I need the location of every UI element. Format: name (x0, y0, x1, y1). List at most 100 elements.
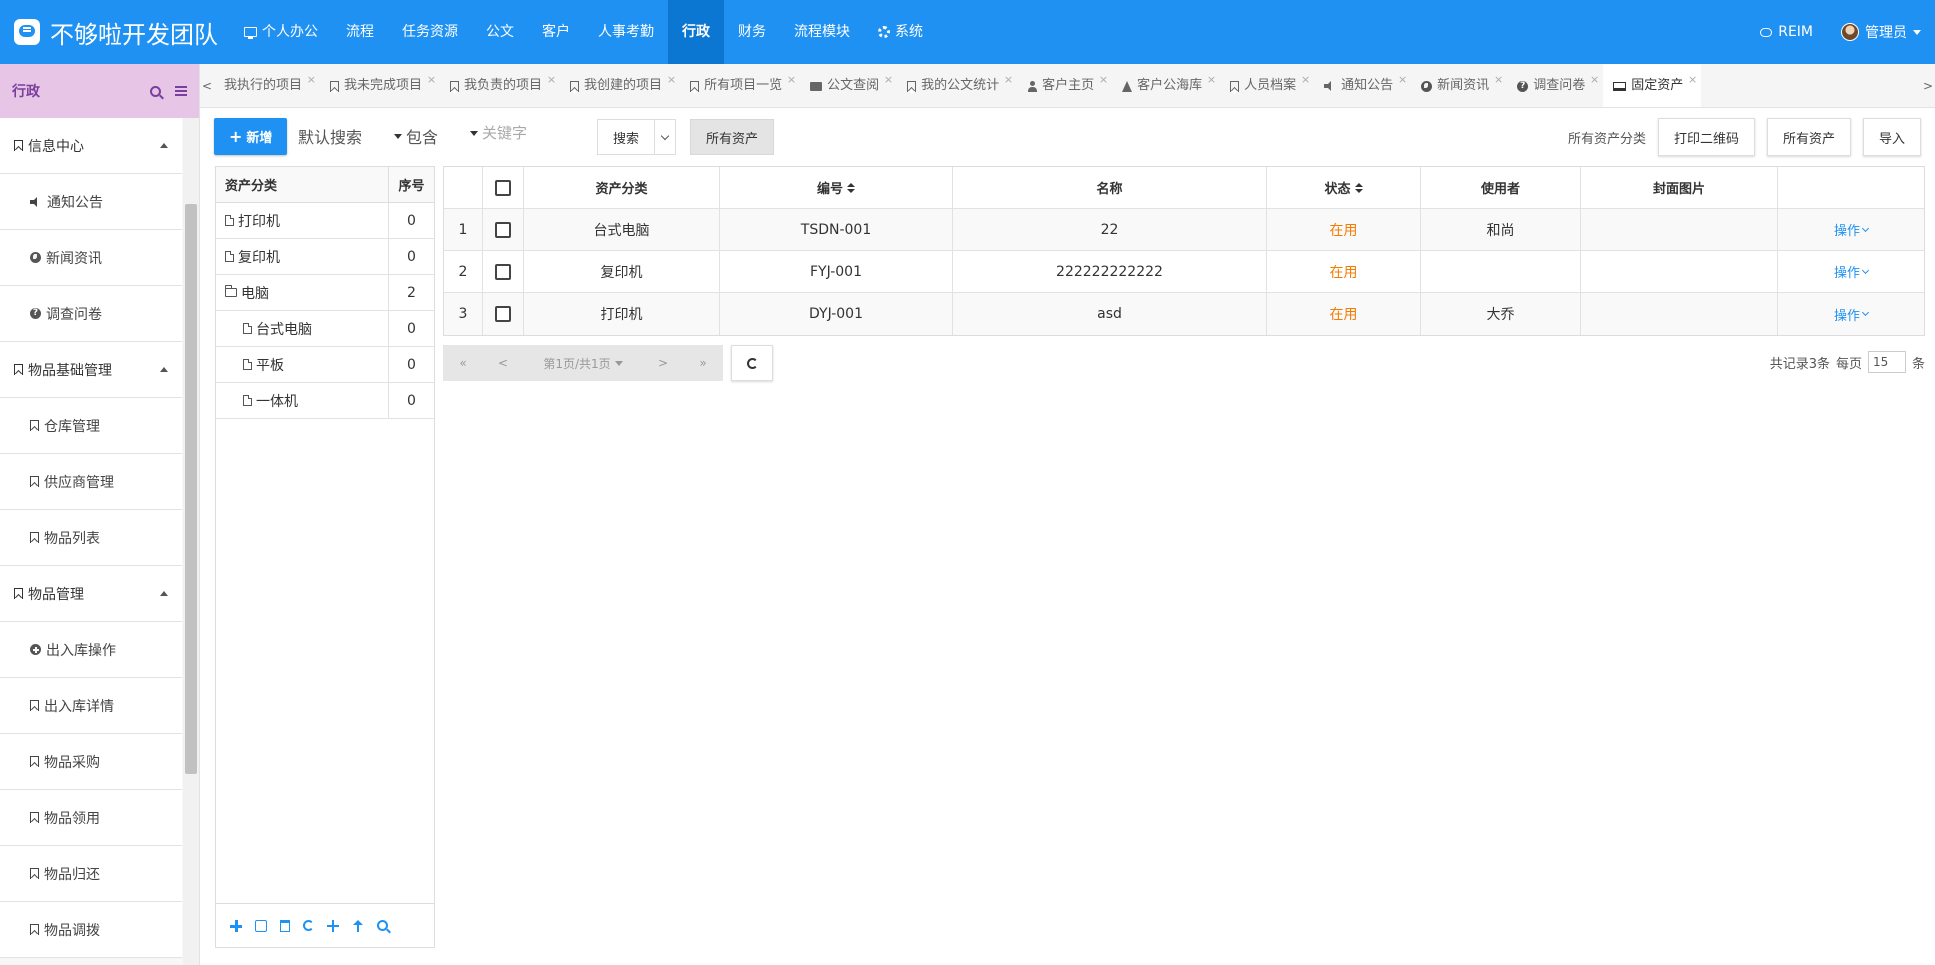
close-icon[interactable]: × (1688, 64, 1697, 102)
tab-7[interactable]: 客户主页 × (1017, 64, 1112, 107)
user-menu[interactable]: 管理员 (1827, 22, 1935, 42)
nav-item-1[interactable]: 流程 (332, 0, 388, 64)
add-icon[interactable] (230, 919, 242, 932)
sidebar-item-2[interactable]: 新闻资讯 (0, 230, 182, 286)
row-checkbox[interactable] (495, 306, 511, 322)
sidebar-group-0[interactable]: 信息中心 (0, 118, 182, 174)
sidebar-item-14[interactable]: 物品调拨 (0, 902, 182, 958)
sidebar-item-6[interactable]: 供应商管理 (0, 454, 182, 510)
tree-row[interactable]: 一体机 0 (216, 383, 434, 419)
tree-node[interactable]: 平板 (216, 347, 389, 382)
search-icon[interactable] (150, 85, 161, 97)
reim-link[interactable]: REIM (1746, 24, 1827, 40)
close-icon[interactable]: × (1004, 64, 1013, 102)
tab-9[interactable]: 人员档案 × (1220, 64, 1314, 107)
close-icon[interactable]: × (1494, 64, 1503, 102)
add-button[interactable]: + 新增 (214, 118, 288, 155)
nav-item-8[interactable]: 流程模块 (780, 0, 864, 64)
tab-1[interactable]: 我未完成项目 × (320, 64, 440, 107)
tree-node[interactable]: 电脑 (216, 275, 389, 310)
close-icon[interactable]: × (1590, 64, 1599, 102)
menu-icon[interactable] (175, 86, 187, 96)
arrow-up-icon[interactable] (352, 919, 364, 932)
sidebar-group-8[interactable]: 物品管理 (0, 566, 182, 622)
tab-2[interactable]: 我负责的项目 × (440, 64, 560, 107)
trash-icon[interactable] (280, 919, 290, 932)
last-page-button[interactable]: » (683, 356, 723, 370)
tree-node[interactable]: 一体机 (216, 383, 389, 418)
actions-dropdown[interactable]: 操作 (1834, 262, 1870, 281)
sidebar-item-1[interactable]: 通知公告 (0, 174, 182, 230)
nav-item-5[interactable]: 人事考勤 (584, 0, 668, 64)
edit-icon[interactable] (255, 919, 267, 932)
next-page-button[interactable]: > (643, 356, 683, 370)
nav-item-6[interactable]: 行政 (668, 0, 724, 64)
tab-12[interactable]: ? 调查问卷 × (1507, 64, 1603, 107)
sidebar-item-10[interactable]: 出入库详情 (0, 678, 182, 734)
tree-node[interactable]: 打印机 (216, 203, 389, 238)
tab-3[interactable]: 我创建的项目 × (560, 64, 680, 107)
tab-11[interactable]: 新闻资讯 × (1411, 64, 1507, 107)
caret-down-icon[interactable] (470, 130, 478, 136)
tree-row[interactable]: 台式电脑 0 (216, 311, 434, 347)
row-checkbox[interactable] (495, 221, 511, 238)
sidebar-item-5[interactable]: 仓库管理 (0, 398, 182, 454)
search-mode-select[interactable]: 默认搜索 (298, 124, 388, 148)
all-assets-button[interactable]: 所有资产 (1766, 118, 1851, 156)
header-number[interactable]: 编号 (720, 167, 953, 208)
category-filter-label[interactable]: 所有资产分类 (1568, 128, 1646, 147)
search-icon[interactable] (377, 920, 388, 931)
brand[interactable]: 不够啦开发团队 (14, 0, 218, 64)
header-status[interactable]: 状态 (1267, 167, 1421, 208)
sidebar-item-11[interactable]: 物品采购 (0, 734, 182, 790)
tree-row[interactable]: 打印机 0 (216, 203, 434, 239)
tree-row[interactable]: 电脑 2 (216, 275, 434, 311)
tab-scroll-right[interactable]: > (1921, 64, 1935, 107)
close-icon[interactable]: × (307, 64, 316, 102)
nav-item-2[interactable]: 任务资源 (388, 0, 472, 64)
close-icon[interactable]: × (667, 64, 676, 102)
close-icon[interactable]: × (427, 64, 436, 102)
tree-node[interactable]: 台式电脑 (216, 311, 389, 346)
close-icon[interactable]: × (787, 64, 796, 102)
close-icon[interactable]: × (547, 64, 556, 102)
sidebar-item-7[interactable]: 物品列表 (0, 510, 182, 566)
tab-6[interactable]: 我的公文统计 × (897, 64, 1017, 107)
nav-item-7[interactable]: 财务 (724, 0, 780, 64)
tab-13[interactable]: 固定资产 × (1603, 64, 1702, 107)
select-all-checkbox[interactable] (495, 179, 511, 196)
close-icon[interactable]: × (1301, 64, 1310, 102)
tab-10[interactable]: 通知公告 × (1314, 64, 1411, 107)
close-icon[interactable]: × (1099, 64, 1108, 102)
tree-row[interactable]: 复印机 0 (216, 239, 434, 275)
sidebar-group-4[interactable]: 物品基础管理 (0, 342, 182, 398)
tab-scroll-left[interactable]: < (200, 64, 214, 107)
tab-0[interactable]: 我执行的项目 × (214, 64, 320, 107)
close-icon[interactable]: × (1207, 64, 1216, 102)
sidebar-item-3[interactable]: ? 调查问卷 (0, 286, 182, 342)
print-qrcode-button[interactable]: 打印二维码 (1657, 118, 1755, 156)
close-icon[interactable]: × (884, 64, 893, 102)
keyword-input[interactable] (482, 124, 602, 142)
refresh-icon[interactable] (303, 920, 314, 931)
row-checkbox[interactable] (495, 263, 511, 280)
per-page-input[interactable] (1867, 351, 1906, 373)
nav-item-4[interactable]: 客户 (528, 0, 584, 64)
nav-item-9[interactable]: 系统 (864, 0, 937, 64)
move-icon[interactable] (327, 919, 339, 932)
prev-page-button[interactable]: < (483, 356, 523, 370)
sidebar-item-12[interactable]: 物品领用 (0, 790, 182, 846)
actions-dropdown[interactable]: 操作 (1834, 305, 1870, 324)
close-icon[interactable]: × (1398, 64, 1407, 102)
first-page-button[interactable]: « (443, 356, 483, 370)
page-select[interactable]: 第1页/共1页 (523, 355, 643, 372)
search-operator-select[interactable]: 包含 (394, 124, 464, 148)
tab-8[interactable]: 客户公海库 × (1112, 64, 1220, 107)
tree-node[interactable]: 复印机 (216, 239, 389, 274)
tree-row[interactable]: 平板 0 (216, 347, 434, 383)
import-button[interactable]: 导入 (1862, 118, 1921, 156)
sidebar-item-9[interactable]: 出入库操作 (0, 622, 182, 678)
tab-5[interactable]: 公文查阅 × (800, 64, 897, 107)
actions-dropdown[interactable]: 操作 (1834, 220, 1870, 239)
search-options-dropdown[interactable] (654, 119, 676, 155)
